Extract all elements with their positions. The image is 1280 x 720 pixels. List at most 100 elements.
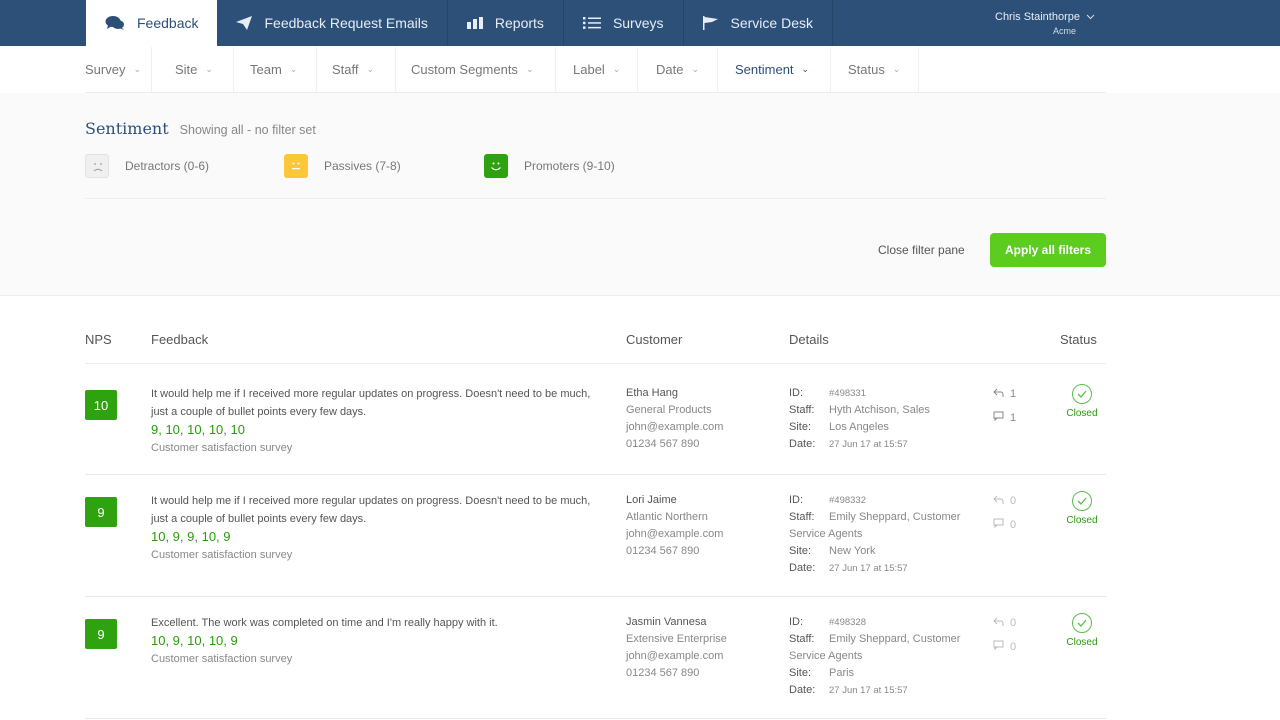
filter-label: Team: [250, 62, 282, 77]
sentiment-option-label: Detractors (0-6): [125, 159, 210, 173]
tab-surveys[interactable]: Surveys: [564, 0, 684, 46]
table-row[interactable]: 9 Excellent. The work was completed on t…: [85, 597, 1106, 719]
detail-label: ID:: [789, 494, 804, 506]
filter-site[interactable]: Site ⌄: [152, 47, 234, 92]
replies-count[interactable]: 0: [993, 611, 1016, 635]
detail-label: ID:: [789, 387, 804, 399]
sentiment-filter-pane: Sentiment Showing all - no filter set De…: [0, 93, 1280, 296]
table-row[interactable]: 9 It would help me if I received more re…: [85, 475, 1106, 597]
chevron-down-icon: ⌄: [289, 64, 298, 74]
detail-label: ID:: [789, 616, 804, 628]
customer-email: john@example.com: [626, 421, 724, 433]
sentiment-option-passives[interactable]: Passives (7-8): [284, 154, 401, 178]
filter-bar: Survey ⌄ Site ⌄ Team ⌄ Staff ⌄ Custom Segmen…: [85, 47, 1106, 93]
detail-label: Staff:: [789, 404, 815, 416]
customer-phone: 01234 567 890: [626, 545, 700, 557]
status-badge[interactable]: Closed: [1055, 384, 1109, 419]
sad-face-icon: [85, 154, 109, 178]
column-header-feedback[interactable]: Feedback: [151, 332, 208, 347]
filter-label: Status: [848, 62, 885, 77]
status-label: Closed: [1066, 515, 1098, 526]
detail-label: Site:: [789, 667, 812, 679]
flag-icon: [702, 16, 719, 30]
column-header-details[interactable]: Details: [789, 332, 829, 347]
detail-label: Date:: [789, 684, 816, 696]
customer-phone: 01234 567 890: [626, 438, 700, 450]
status-badge[interactable]: Closed: [1055, 613, 1109, 648]
notes-count[interactable]: 0: [993, 635, 1016, 659]
feedback-id: #498332: [829, 495, 866, 506]
feedback-scores: 9, 10, 10, 10, 10: [151, 422, 245, 437]
pane-divider: [85, 198, 1106, 199]
tab-service-desk[interactable]: Service Desk: [684, 0, 833, 46]
feedback-cell: It would help me if I received more regu…: [151, 385, 591, 457]
customer-cell: Jasmin Vannesa Extensive Enterprise john…: [626, 614, 727, 682]
replies-count[interactable]: 0: [993, 489, 1016, 513]
notes-count[interactable]: 1: [993, 406, 1016, 430]
customer-email: john@example.com: [626, 650, 724, 662]
customer-phone: 01234 567 890: [626, 667, 700, 679]
site-name: Los Angeles: [829, 421, 889, 433]
sentiment-option-detractors[interactable]: Detractors (0-6): [85, 154, 209, 178]
notes-count-value: 0: [1010, 519, 1017, 531]
customer-name[interactable]: Jasmin Vannesa: [626, 614, 727, 631]
customer-company: Extensive Enterprise: [626, 633, 727, 645]
status-badge[interactable]: Closed: [1055, 491, 1109, 526]
activity-counts: 1 1: [993, 382, 1016, 430]
column-header-status[interactable]: Status: [1060, 332, 1097, 347]
pane-title: Sentiment: [85, 119, 169, 138]
customer-cell: Etha Hang General Products john@example.…: [626, 385, 723, 453]
sentiment-option-promoters[interactable]: Promoters (9-10): [484, 154, 615, 178]
user-menu[interactable]: Chris Stainthorpe Acme: [985, 11, 1095, 36]
filter-sentiment[interactable]: Sentiment ⌄: [718, 47, 831, 92]
nps-score-badge: 9: [85, 497, 117, 527]
tab-feedback-request-emails[interactable]: Feedback Request Emails: [217, 0, 448, 46]
feedback-id: #498331: [829, 388, 866, 399]
table-header: NPS Feedback Customer Details Status: [85, 332, 1106, 364]
user-organization: Acme: [1052, 26, 1076, 36]
chat-bubbles-icon: [105, 15, 125, 31]
filter-team[interactable]: Team ⌄: [234, 47, 317, 92]
site-name: New York: [829, 545, 876, 557]
tab-label: Feedback: [137, 15, 199, 31]
tab-reports[interactable]: Reports: [448, 0, 564, 46]
replies-count[interactable]: 1: [993, 382, 1016, 406]
details-cell: ID: #498328 Staff: Emily Sheppard, Custome…: [789, 614, 974, 699]
feedback-date: 27 Jun 17 at 15:57: [829, 685, 908, 696]
filter-status[interactable]: Status ⌄: [831, 47, 919, 92]
customer-name[interactable]: Lori Jaime: [626, 492, 723, 509]
site-name: Paris: [829, 667, 855, 679]
sentiment-option-label: Passives (7-8): [324, 159, 401, 173]
tab-feedback[interactable]: Feedback: [86, 0, 218, 46]
details-cell: ID: #498331 Staff: Hyth Atchison, Sales Si…: [789, 385, 974, 453]
replies-count-value: 0: [1010, 495, 1017, 507]
chevron-down-icon: ⌄: [801, 64, 810, 74]
filter-label[interactable]: Label ⌄: [556, 47, 638, 92]
sentiment-option-label: Promoters (9-10): [524, 159, 615, 173]
check-circle-icon: [1072, 384, 1092, 404]
reply-icon: [993, 611, 1004, 635]
chevron-down-icon: ⌄: [892, 64, 901, 74]
column-header-customer[interactable]: Customer: [626, 332, 682, 347]
filter-label-text: Label: [573, 62, 605, 77]
activity-counts: 0 0: [993, 611, 1016, 659]
filter-staff[interactable]: Staff ⌄: [317, 47, 396, 92]
filter-label: Site: [175, 62, 198, 77]
notes-count[interactable]: 0: [993, 513, 1016, 537]
status-label: Closed: [1066, 637, 1098, 648]
column-header-nps[interactable]: NPS: [85, 332, 112, 347]
close-filter-pane-link[interactable]: Close filter pane: [878, 243, 965, 257]
filter-custom-segments[interactable]: Custom Segments ⌄: [396, 47, 556, 92]
filter-label: Sentiment: [735, 62, 794, 77]
filter-date[interactable]: Date ⌄: [638, 47, 718, 92]
feedback-date: 27 Jun 17 at 15:57: [829, 563, 908, 574]
customer-name[interactable]: Etha Hang: [626, 385, 723, 402]
filter-label: Custom Segments: [411, 62, 518, 77]
filter-survey[interactable]: Survey ⌄: [85, 47, 152, 92]
feedback-scores: 10, 9, 10, 10, 9: [151, 633, 238, 648]
customer-cell: Lori Jaime Atlantic Northern john@exampl…: [626, 492, 723, 560]
top-navigation: Feedback Feedback Request Emails Reports…: [0, 0, 1280, 46]
apply-all-filters-button[interactable]: Apply all filters: [990, 233, 1106, 267]
table-row[interactable]: 10 It would help me if I received more r…: [85, 364, 1106, 475]
